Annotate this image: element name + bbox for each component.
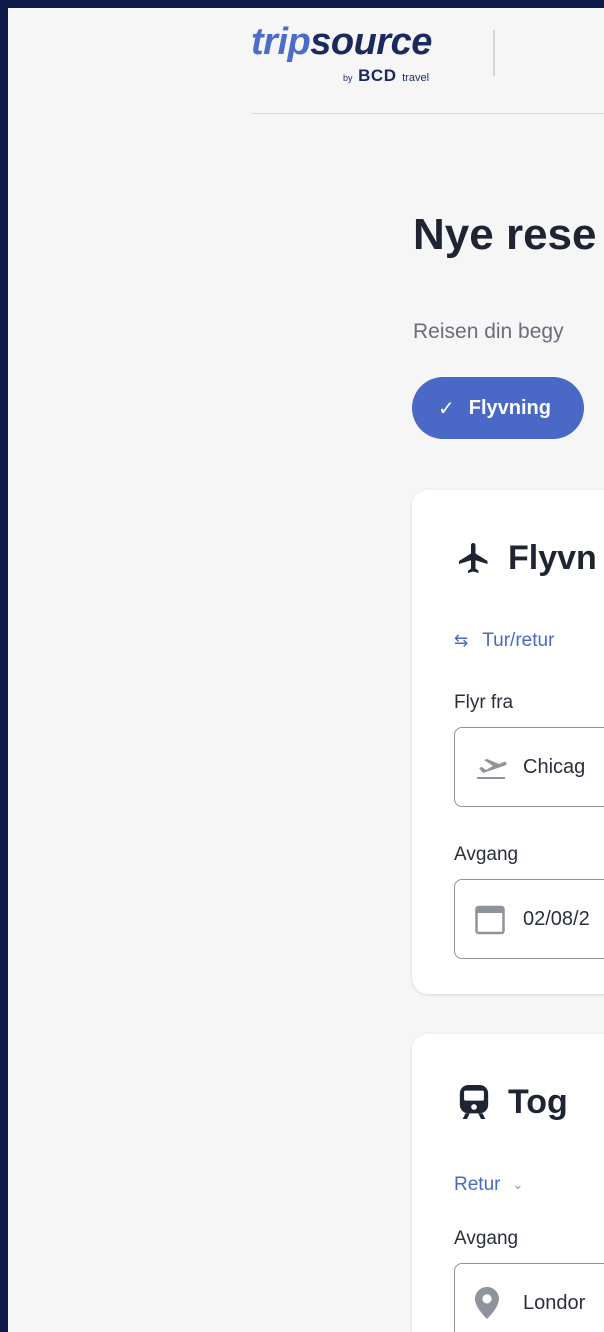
train-departure-field[interactable]: Londor — [454, 1263, 604, 1332]
flight-card: Flyvn ⇆ Tur/retur Flyr fra Chicag Avgang… — [412, 490, 604, 994]
train-title-text: Tog — [508, 1082, 568, 1121]
flight-departure-label: Avgang — [454, 844, 519, 865]
train-trip-type-dropdown[interactable]: Retur ⌄ — [454, 1174, 523, 1196]
logo-source: source — [310, 21, 432, 63]
tripsource-logo[interactable]: tripsource by BCD travel — [251, 20, 471, 90]
flight-trip-type-toggle[interactable]: ⇆ Tur/retur — [454, 630, 554, 652]
logo-wordmark: tripsource — [251, 20, 471, 64]
flight-card-title: Flyvn — [454, 538, 597, 578]
flight-from-label: Flyr fra — [454, 692, 514, 713]
train-card: Tog Retur ⌄ Avgang Londor — [412, 1034, 604, 1332]
chip-label: Flyvning — [468, 396, 551, 419]
flight-trip-type-label: Tur/retur — [482, 630, 555, 651]
check-icon: ✓ — [438, 397, 455, 420]
train-card-title: Tog — [454, 1082, 568, 1122]
logo-byline: by BCD travel — [343, 66, 429, 86]
chevron-down-icon: ⌄ — [512, 1177, 524, 1192]
airplane-icon — [454, 538, 494, 578]
train-departure-value: Londor — [523, 1291, 586, 1314]
logo-trip: trip — [251, 21, 311, 63]
flight-departure-date-field[interactable]: 02/08/2 — [454, 879, 604, 959]
page-title: Nye rese — [413, 210, 597, 259]
header-bottom-rule — [252, 113, 604, 114]
flight-departure-date-value: 02/08/2 — [523, 907, 590, 930]
train-trip-type-label: Retur — [454, 1174, 501, 1195]
train-icon — [454, 1082, 494, 1122]
logo-bcd: BCD — [358, 66, 397, 85]
takeoff-icon — [475, 755, 509, 779]
calendar-icon — [475, 903, 509, 935]
page-subtitle: Reisen din begy — [413, 320, 564, 343]
header-divider — [493, 30, 495, 76]
app-frame: tripsource by BCD travel Nye rese Reisen… — [8, 8, 604, 1332]
flight-from-value: Chicag — [523, 755, 586, 778]
flight-filter-chip[interactable]: ✓ Flyvning — [412, 377, 584, 439]
swap-arrows-icon: ⇆ — [454, 631, 469, 650]
flight-title-text: Flyvn — [508, 538, 597, 577]
train-departure-label: Avgang — [454, 1228, 519, 1249]
flight-from-field[interactable]: Chicag — [454, 727, 604, 807]
logo-travel: travel — [402, 72, 430, 84]
logo-by: by — [343, 73, 353, 83]
header: tripsource by BCD travel — [8, 8, 604, 114]
location-pin-icon — [475, 1287, 509, 1319]
